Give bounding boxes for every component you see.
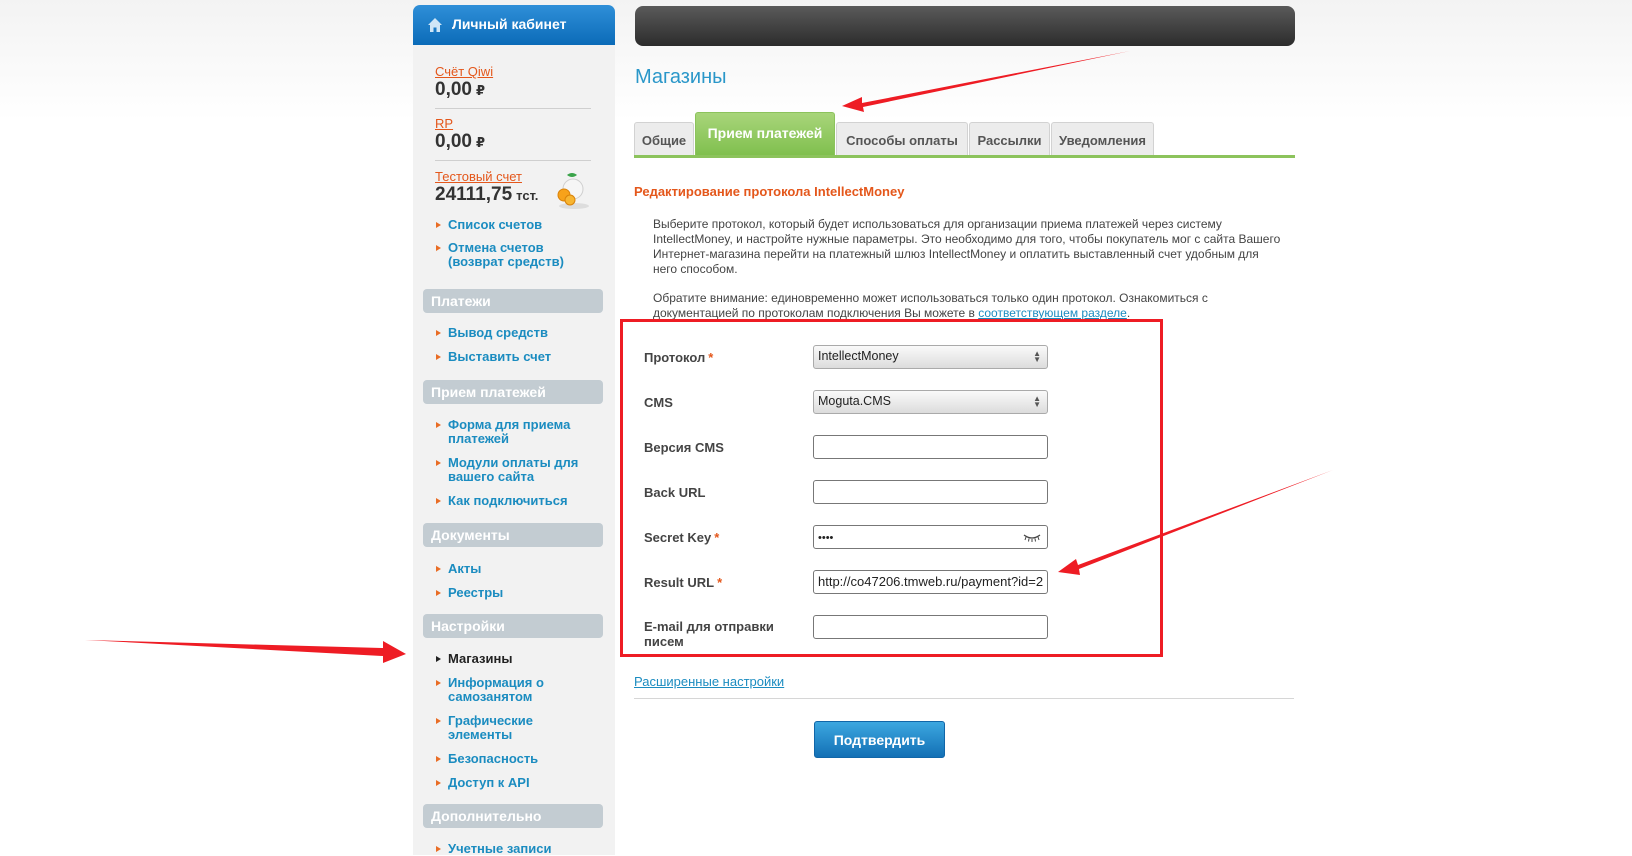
docs-link[interactable]: соответствующем разделе bbox=[978, 306, 1127, 320]
secret-key-input[interactable]: •••• bbox=[813, 525, 1048, 549]
menu-item[interactable]: Вывод средств bbox=[435, 326, 600, 340]
cms-version-input[interactable] bbox=[813, 435, 1048, 459]
sidebar: Личный кабинет Счёт Qiwi 0,00 ₽ RP 0,00 ₽ … bbox=[413, 0, 615, 856]
menu-item[interactable]: Список счетов bbox=[435, 218, 600, 232]
tab-mailings[interactable]: Рассылки bbox=[969, 122, 1050, 156]
menu-item[interactable]: Безопасность bbox=[435, 752, 600, 766]
top-bar bbox=[635, 6, 1295, 46]
notice-text: Обратите внимание: единовременно может и… bbox=[653, 291, 1208, 320]
home-icon bbox=[428, 18, 442, 32]
advanced-settings-link[interactable]: Расширенные настройки bbox=[634, 674, 784, 689]
cabinet-title: Личный кабинет bbox=[452, 16, 567, 32]
result-url-label: Result URL * bbox=[644, 575, 723, 590]
menu-item-active[interactable]: Магазины bbox=[435, 652, 600, 666]
divider bbox=[435, 108, 591, 109]
back-url-input[interactable] bbox=[813, 480, 1048, 504]
account-qiwi: Счёт Qiwi 0,00 ₽ bbox=[435, 64, 591, 101]
account-rp-amount: 0,00 ₽ bbox=[435, 131, 486, 152]
menu-item[interactable]: Как подключиться bbox=[435, 494, 600, 508]
tab-payment-methods[interactable]: Способы оплаты bbox=[836, 122, 968, 156]
cms-version-label: Версия CMS bbox=[644, 440, 724, 455]
section-header-settings[interactable]: Настройки bbox=[423, 614, 603, 638]
section-header-extra[interactable]: Дополнительно bbox=[423, 804, 603, 828]
settings-menu: Магазины Информация о самозанятом Графич… bbox=[435, 652, 600, 790]
menu-item[interactable]: Учетные записи bbox=[435, 842, 600, 856]
tab-accept-payments[interactable]: Прием платежей bbox=[695, 112, 835, 156]
account-qiwi-link[interactable]: Счёт Qiwi bbox=[435, 64, 591, 79]
menu-item[interactable]: Доступ к API bbox=[435, 776, 600, 790]
extra-menu: Учетные записи bbox=[435, 842, 600, 856]
account-rp: RP 0,00 ₽ bbox=[435, 116, 591, 153]
cabinet-header[interactable]: Личный кабинет bbox=[413, 5, 615, 45]
menu-item[interactable]: Графические элементы bbox=[435, 714, 548, 742]
menu-item[interactable]: Выставить счет bbox=[435, 350, 600, 364]
eye-hidden-icon[interactable] bbox=[1023, 531, 1041, 543]
divider bbox=[634, 698, 1294, 699]
documents-menu: Акты Реестры bbox=[435, 562, 600, 600]
payments-menu: Вывод средств Выставить счет bbox=[435, 326, 600, 364]
section-header-documents[interactable]: Документы bbox=[423, 523, 603, 547]
coins-icon bbox=[557, 173, 589, 209]
protocol-select[interactable]: IntellectMoney ▲ ▼ bbox=[813, 345, 1048, 369]
section-subtitle: Редактирование протокола IntellectMoney bbox=[634, 184, 905, 199]
confirm-button[interactable]: Подтвердить bbox=[814, 721, 945, 758]
accept-menu: Форма для приема платежей Модули оплаты … bbox=[435, 418, 600, 508]
section-header-accept[interactable]: Прием платежей bbox=[423, 380, 603, 404]
select-arrows-icon: ▲ ▼ bbox=[1033, 349, 1041, 364]
tab-general[interactable]: Общие bbox=[634, 122, 694, 156]
section-header-payments[interactable]: Платежи bbox=[423, 289, 603, 313]
select-arrows-icon: ▲ ▼ bbox=[1033, 394, 1041, 409]
menu-item[interactable]: Модули оплаты для вашего сайта bbox=[435, 456, 588, 484]
tabs-underline bbox=[634, 155, 1295, 158]
menu-item[interactable]: Акты bbox=[435, 562, 600, 576]
page-title: Магазины bbox=[635, 66, 727, 88]
protocol-label: Протокол * bbox=[644, 350, 714, 365]
arrow-to-shops-menu bbox=[85, 640, 406, 663]
email-input[interactable] bbox=[813, 615, 1048, 639]
back-url-label: Back URL bbox=[644, 485, 706, 500]
cms-select[interactable]: Moguta.CMS ▲ ▼ bbox=[813, 390, 1048, 414]
menu-item[interactable]: Форма для приема платежей bbox=[435, 418, 573, 446]
tab-notifications[interactable]: Уведомления bbox=[1051, 122, 1154, 156]
cms-label: CMS bbox=[644, 395, 673, 410]
result-url-input[interactable]: http://co47206.tmweb.ru/payment?id=2 bbox=[813, 570, 1048, 594]
menu-item[interactable]: Отмена счетов (возврат средств) bbox=[435, 241, 600, 269]
menu-item[interactable]: Информация о самозанятом bbox=[435, 676, 548, 704]
menu-item[interactable]: Реестры bbox=[435, 586, 600, 600]
divider bbox=[435, 160, 591, 161]
account-rp-link[interactable]: RP bbox=[435, 116, 591, 131]
secret-key-label: Secret Key * bbox=[644, 530, 720, 545]
tab-bar: Общие Прием платежей Способы оплаты Расс… bbox=[634, 108, 1296, 156]
account-qiwi-amount: 0,00 ₽ bbox=[435, 79, 486, 100]
intro-text: Выберите протокол, который будет использ… bbox=[653, 217, 1281, 276]
accounts-menu: Список счетов Отмена счетов (возврат сре… bbox=[435, 218, 600, 269]
email-label: E-mail для отправки писем bbox=[644, 619, 774, 649]
